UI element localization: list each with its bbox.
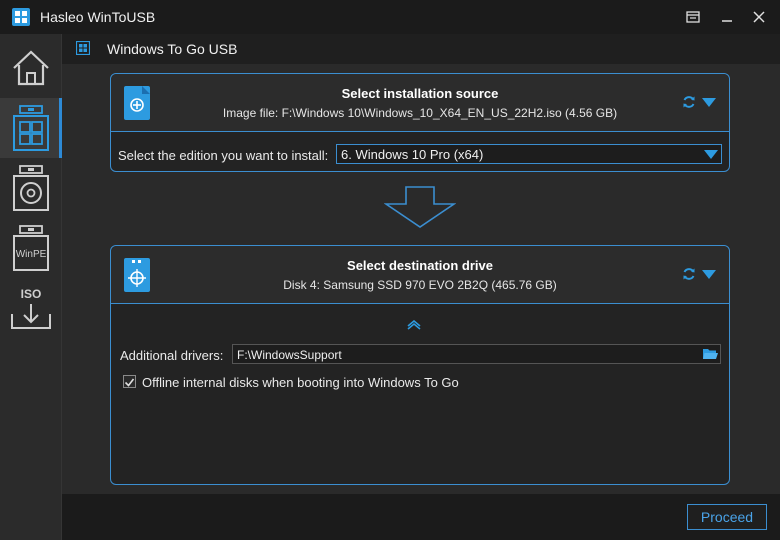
destination-drive-header[interactable]: Select destination drive Disk 4: Samsung… [111,246,729,304]
menu-button[interactable] [682,6,704,28]
minimize-button[interactable] [716,6,738,28]
minimize-icon [722,20,732,22]
main-content: Windows To Go USB Select installation so… [62,34,780,494]
sidebar-item-iso[interactable]: ISO [0,278,62,338]
close-button[interactable] [748,6,770,28]
additional-drivers-value: F:\WindowsSupport [237,348,342,362]
home-icon [13,50,49,86]
destination-drive-panel: Select destination drive Disk 4: Samsung… [110,245,730,485]
edition-label: Select the edition you want to install: [118,148,329,163]
footer-bar: Proceed [62,494,780,540]
flow-down-arrow-icon [384,186,456,228]
page-title: Windows To Go USB [107,41,238,57]
installation-source-title: Select installation source [341,86,499,101]
disc-drive-icon [13,165,49,211]
sidebar-iso-label: ISO [21,287,42,301]
source-expand-arrow[interactable] [702,98,716,107]
collapse-chevron-up-icon[interactable] [407,320,421,330]
sidebar-item-windows-to-go[interactable] [0,98,62,158]
windows-to-go-icon [13,105,49,151]
menu-icon [686,11,700,23]
edition-chevron-down-icon [704,150,718,159]
page-header: Windows To Go USB [62,34,780,64]
offline-disks-label[interactable]: Offline internal disks when booting into… [142,375,459,390]
installation-source-panel: Select installation source Image file: F… [110,73,730,172]
proceed-button[interactable]: Proceed [687,504,767,530]
sidebar-item-winpe[interactable]: WinPE [0,218,62,278]
window-title: Hasleo WinToUSB [40,9,156,25]
sidebar: WinPE ISO [0,34,62,540]
app-logo-icon [12,8,30,26]
windows-to-go-page-icon [76,41,90,55]
sidebar-winpe-label: WinPE [16,249,47,260]
offline-disks-checkbox[interactable] [123,375,136,388]
edition-select[interactable]: 6. Windows 10 Pro (x64) [336,144,722,164]
close-icon [753,11,765,23]
title-bar: Hasleo WinToUSB [0,0,780,34]
iso-download-icon: ISO [11,287,51,329]
winpe-icon: WinPE [13,225,49,271]
additional-drivers-field[interactable]: F:\WindowsSupport [232,344,721,364]
refresh-destination-icon[interactable] [682,267,696,281]
folder-browse-icon[interactable] [703,348,718,360]
additional-drivers-label: Additional drivers: [120,348,224,363]
refresh-source-icon[interactable] [682,95,696,109]
sidebar-item-disc[interactable] [0,158,62,218]
checkmark-icon [124,378,135,387]
destination-disk-info: Disk 4: Samsung SSD 970 EVO 2B2Q (465.76… [283,278,557,292]
image-file-path: Image file: F:\Windows 10\Windows_10_X64… [222,106,618,120]
destination-expand-arrow[interactable] [702,270,716,279]
installation-source-header[interactable]: Select installation source Image file: F… [111,74,729,132]
sidebar-item-home[interactable] [0,38,62,98]
edition-select-value: 6. Windows 10 Pro (x64) [341,147,484,162]
destination-drive-title: Select destination drive [347,258,493,273]
